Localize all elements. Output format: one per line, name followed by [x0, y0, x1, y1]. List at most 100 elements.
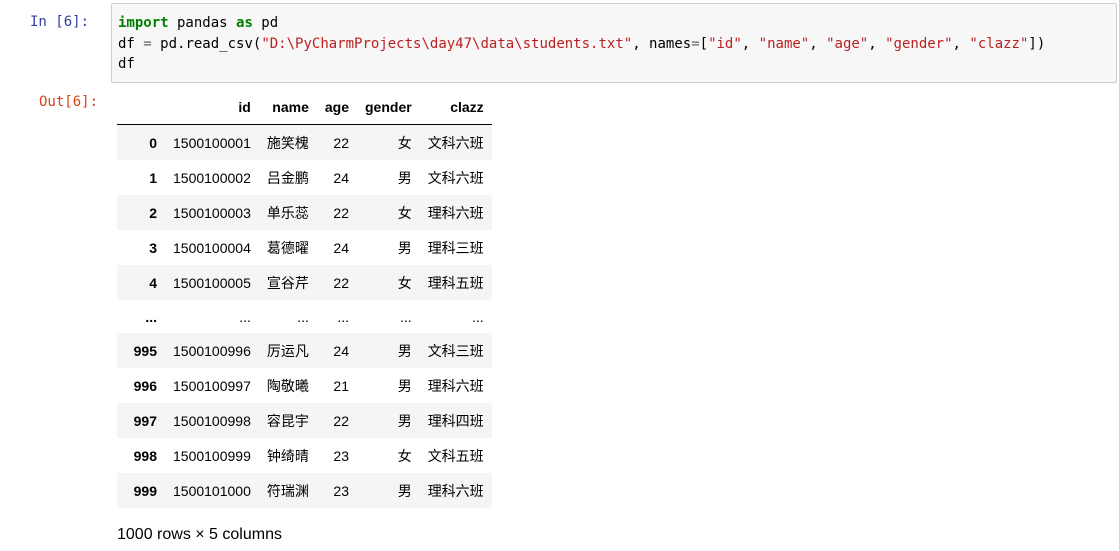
cell-id: ... — [239, 308, 251, 325]
cell-age: 23 — [333, 447, 349, 464]
cell-clazz: 理科五班 — [427, 274, 484, 291]
cell-clazz: 文科六班 — [427, 134, 484, 151]
cell-clazz: 文科五班 — [427, 447, 484, 464]
cell-id: 1500100999 — [173, 447, 251, 464]
cell-name: 吕金鹏 — [266, 169, 309, 186]
header-row: id name age gender clazz — [117, 90, 492, 125]
column-header-gender: gender — [357, 90, 420, 125]
cell-age: 24 — [333, 169, 349, 186]
cell-id: 1500100996 — [173, 342, 251, 359]
column-header-name: name — [258, 90, 317, 125]
table-row: 995 1500100996 厉运凡 24 男 文科三班 — [117, 333, 492, 368]
cell-clazz: 文科三班 — [427, 342, 484, 359]
row-index: 2 — [149, 204, 157, 221]
table-body: 0 1500100001 施笑槐 22 女 文科六班 1 1500100002 … — [117, 124, 492, 508]
code-line-3: df — [118, 56, 135, 72]
code-text: pandas — [168, 15, 237, 31]
code-text: pd.read_csv( — [151, 35, 262, 52]
table-row: 2 1500100003 单乐蕊 22 女 理科六班 — [117, 195, 492, 230]
cell-id: 1500100002 — [173, 169, 251, 186]
cell-clazz: 理科三班 — [427, 239, 484, 256]
dataframe-output: id name age gender clazz 0 1500100001 施笑… — [117, 90, 492, 508]
code-text: , names — [632, 35, 692, 52]
cell-name: 容昆宇 — [266, 412, 309, 429]
row-index: 0 — [149, 134, 157, 151]
input-prompt: In [6]: — [30, 14, 90, 30]
cell-gender: 女 — [397, 274, 412, 291]
cell-gender: 男 — [397, 239, 412, 256]
table-row: 1 1500100002 吕金鹏 24 男 文科六班 — [117, 160, 492, 195]
code-text: df — [118, 35, 144, 52]
cell-id: 1500100997 — [173, 377, 251, 394]
index-header — [117, 90, 165, 125]
cell-name: 施笑槐 — [266, 134, 309, 151]
dataframe-shape-text: 1000 rows × 5 columns — [117, 526, 282, 543]
cell-clazz: ... — [472, 308, 484, 325]
cell-name: 陶敬曦 — [266, 377, 309, 394]
code-text: , — [809, 35, 827, 52]
cell-gender: 男 — [397, 412, 412, 429]
row-index: 4 — [149, 274, 157, 291]
cell-id: 1500101000 — [173, 482, 251, 499]
code-operator: = — [691, 35, 700, 52]
cell-clazz: 文科六班 — [427, 169, 484, 186]
output-prompt: Out[6]: — [39, 94, 99, 110]
cell-name: 符瑞渊 — [266, 482, 309, 499]
cell-age: ... — [337, 308, 349, 325]
keyword-import: import — [118, 15, 169, 31]
cell-id: 1500100003 — [173, 204, 251, 221]
code-string: "clazz" — [969, 35, 1029, 52]
code-input-area[interactable]: import pandas as pd df = pd.read_csv("D:… — [111, 3, 1117, 83]
code-text: pd — [252, 15, 279, 31]
cell-age: 24 — [333, 342, 349, 359]
code-editor[interactable]: import pandas as pd df = pd.read_csv("D:… — [118, 13, 1045, 75]
row-index: 3 — [149, 239, 157, 256]
cell-gender: 男 — [397, 342, 412, 359]
code-operator: = — [143, 35, 152, 52]
column-header-id: id — [165, 90, 259, 125]
code-text: df — [118, 56, 135, 72]
code-string: "age" — [826, 35, 869, 52]
table-row: 4 1500100005 宣谷芹 22 女 理科五班 — [117, 265, 492, 300]
ellipsis-row: ... ... ... ... ... ... — [117, 300, 492, 333]
cell-clazz: 理科四班 — [427, 412, 484, 429]
dataframe-table: id name age gender clazz 0 1500100001 施笑… — [117, 90, 492, 508]
row-index: 997 — [133, 412, 157, 429]
table-row: 998 1500100999 钟绮晴 23 女 文科五班 — [117, 438, 492, 473]
table-row: 997 1500100998 容昆宇 22 男 理科四班 — [117, 403, 492, 438]
column-header-age: age — [316, 90, 357, 125]
cell-gender: 男 — [397, 482, 412, 499]
cell-gender: 女 — [397, 204, 412, 221]
row-index: 998 — [133, 447, 157, 464]
column-header-clazz: clazz — [419, 90, 492, 125]
cell-age: 22 — [333, 412, 349, 429]
code-text: [ — [699, 35, 709, 52]
table-row: 999 1500101000 符瑞渊 23 男 理科六班 — [117, 473, 492, 508]
cell-name: ... — [297, 308, 309, 325]
code-line-1: import pandas as pd — [118, 15, 278, 31]
table-row: 996 1500100997 陶敬曦 21 男 理科六班 — [117, 368, 492, 403]
cell-name: 钟绮晴 — [266, 447, 309, 464]
cell-gender: 男 — [397, 377, 412, 394]
code-line-2: df = pd.read_csv("D:\PyCharmProjects\day… — [118, 36, 1045, 52]
code-string: "gender" — [885, 35, 953, 52]
cell-id: 1500100004 — [173, 239, 251, 256]
row-index: 995 — [133, 342, 157, 359]
row-index: 999 — [133, 482, 157, 499]
row-index: ... — [145, 308, 157, 325]
cell-age: 22 — [333, 204, 349, 221]
code-string: "name" — [758, 35, 810, 52]
cell-gender: 女 — [397, 447, 412, 464]
cell-id: 1500100005 — [173, 274, 251, 291]
cell-age: 23 — [333, 482, 349, 499]
code-text: , — [868, 35, 886, 52]
code-text: , — [952, 35, 970, 52]
cell-age: 22 — [333, 134, 349, 151]
keyword-as: as — [236, 15, 253, 31]
cell-name: 厉运凡 — [266, 342, 309, 359]
table-row: 3 1500100004 葛德曜 24 男 理科三班 — [117, 230, 492, 265]
cell-name: 葛德曜 — [266, 239, 309, 256]
cell-name: 单乐蕊 — [266, 204, 309, 221]
cell-clazz: 理科六班 — [427, 482, 484, 499]
code-text: ]) — [1028, 35, 1046, 52]
